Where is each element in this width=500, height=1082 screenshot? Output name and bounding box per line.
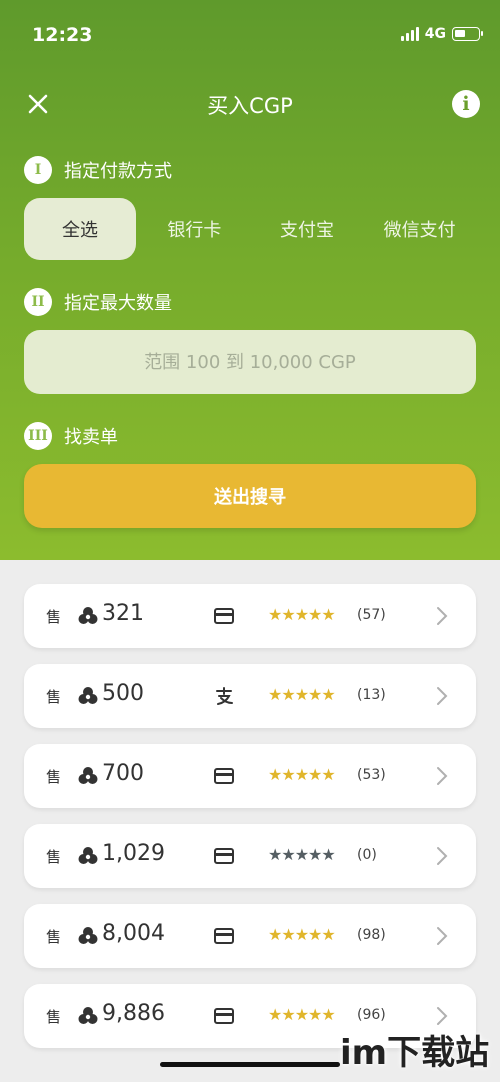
step-find-orders: III 找卖单 <box>24 422 118 450</box>
coin-icon <box>78 766 98 786</box>
order-type: 售 <box>46 928 62 946</box>
tab-alipay[interactable]: 支付宝 <box>251 198 364 260</box>
card-icon <box>214 926 234 946</box>
coin-icon <box>78 1006 98 1026</box>
rating-stars: ★★★★★ <box>268 845 336 864</box>
rating-stars: ★★★★★ <box>268 1005 336 1024</box>
step-number: I <box>24 156 52 184</box>
order-card[interactable]: 售 700 ★★★★★ (53) <box>24 744 476 808</box>
rating-stars: ★★★★★ <box>268 605 336 624</box>
alipay-icon <box>214 686 234 706</box>
order-type: 售 <box>46 608 62 626</box>
order-card[interactable]: 售 500 ★★★★★ (13) <box>24 664 476 728</box>
chevron-right-icon <box>436 605 448 627</box>
step-label: 指定付款方式 <box>64 161 172 182</box>
rating-stars: ★★★★★ <box>268 685 336 704</box>
top-panel: 12:23 4G 买入CGP i I 指定付款方式 全选 银行卡 支付宝 微信支 <box>0 0 500 560</box>
order-type: 售 <box>46 688 62 706</box>
status-bar: 12:23 4G <box>0 0 500 70</box>
coin-icon <box>78 926 98 946</box>
chevron-right-icon <box>436 765 448 787</box>
network-type: 4G <box>424 26 446 42</box>
amount-input[interactable] <box>24 330 476 394</box>
chevron-right-icon <box>436 685 448 707</box>
payment-method-tabs: 全选 银行卡 支付宝 微信支付 <box>24 198 476 260</box>
signal-icon <box>400 27 419 41</box>
watermark: im下载站 <box>340 1033 490 1073</box>
step-label: 指定最大数量 <box>64 293 172 314</box>
order-amount: 9,886 <box>102 1001 165 1026</box>
order-card[interactable]: 售 1,029 ★★★★★ (0) <box>24 824 476 888</box>
chevron-right-icon <box>436 1005 448 1027</box>
step-label: 找卖单 <box>64 427 118 448</box>
review-count: (98) <box>357 927 386 943</box>
tab-select-all[interactable]: 全选 <box>24 198 136 260</box>
order-amount: 8,004 <box>102 921 165 946</box>
review-count: (96) <box>357 1007 386 1023</box>
order-type: 售 <box>46 848 62 866</box>
chevron-right-icon <box>436 925 448 947</box>
coin-icon <box>78 846 98 866</box>
order-amount: 1,029 <box>102 841 165 866</box>
order-type: 售 <box>46 1008 62 1026</box>
home-indicator <box>160 1062 340 1067</box>
header: 买入CGP i <box>0 80 500 130</box>
coin-icon <box>78 686 98 706</box>
review-count: (57) <box>357 607 386 623</box>
rating-stars: ★★★★★ <box>268 925 336 944</box>
battery-level <box>455 30 465 37</box>
review-count: (13) <box>357 687 386 703</box>
order-card[interactable]: 售 321 ★★★★★ (57) <box>24 584 476 648</box>
rating-stars: ★★★★★ <box>268 765 336 784</box>
card-icon <box>214 606 234 626</box>
card-icon <box>214 766 234 786</box>
step-number: II <box>24 288 52 316</box>
card-icon <box>214 1006 234 1026</box>
order-amount: 500 <box>102 681 144 706</box>
tab-wechat-pay[interactable]: 微信支付 <box>363 198 476 260</box>
tab-bank-card[interactable]: 银行卡 <box>138 198 251 260</box>
review-count: (53) <box>357 767 386 783</box>
info-icon: i <box>462 93 470 115</box>
search-button[interactable]: 送出搜寻 <box>24 464 476 528</box>
step-number: III <box>24 422 52 450</box>
page-title: 买入CGP <box>207 94 293 118</box>
status-indicators: 4G <box>400 26 483 42</box>
step-payment-method: I 指定付款方式 <box>24 156 172 184</box>
status-time: 12:23 <box>32 24 93 46</box>
battery-icon <box>452 27 483 41</box>
order-card[interactable]: 售 8,004 ★★★★★ (98) <box>24 904 476 968</box>
card-icon <box>214 846 234 866</box>
order-type: 售 <box>46 768 62 786</box>
review-count: (0) <box>357 847 377 863</box>
chevron-right-icon <box>436 845 448 867</box>
coin-icon <box>78 606 98 626</box>
info-button[interactable]: i <box>452 90 480 118</box>
order-amount: 700 <box>102 761 144 786</box>
order-amount: 321 <box>102 601 144 626</box>
step-max-amount: II 指定最大数量 <box>24 288 172 316</box>
